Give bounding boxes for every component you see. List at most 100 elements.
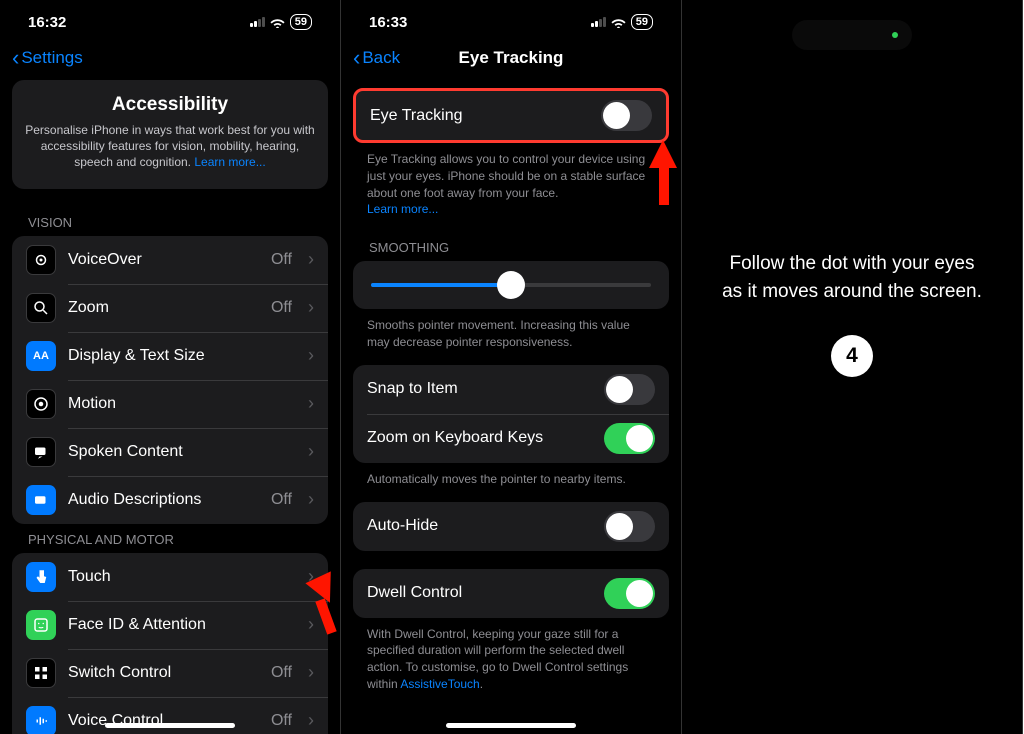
section-header-physical: PHYSICAL AND MOTOR: [0, 524, 340, 553]
zoom-keyboard-cell[interactable]: Zoom on Keyboard Keys: [353, 414, 669, 463]
snap-toggle[interactable]: [604, 374, 655, 405]
eye-tracking-description: Eye Tracking allows you to control your …: [341, 143, 681, 232]
cell-value: Off: [271, 664, 292, 682]
display-text-size-cell[interactable]: AA Display & Text Size ›: [12, 332, 328, 380]
motion-icon: [26, 389, 56, 419]
dwell-toggle[interactable]: [604, 578, 655, 609]
touch-icon: [26, 562, 56, 592]
chevron-right-icon: ›: [308, 345, 314, 366]
cell-label: Spoken Content: [68, 443, 296, 461]
home-indicator[interactable]: [105, 723, 235, 728]
auto-hide-group: Auto-Hide: [353, 502, 669, 551]
cell-label: Face ID & Attention: [68, 616, 296, 634]
status-icons: 59: [250, 14, 312, 30]
annotation-arrow-stem: [659, 165, 669, 205]
spoken-content-icon: [26, 437, 56, 467]
camera-indicator-icon: [892, 32, 898, 38]
annotation-arrow: [649, 140, 677, 168]
smoothing-group: [353, 261, 669, 309]
dwell-control-group: Dwell Control: [353, 569, 669, 618]
wifi-icon: [270, 17, 285, 28]
touch-cell[interactable]: Touch ›: [12, 553, 328, 601]
zoom-keys-toggle[interactable]: [604, 423, 655, 454]
back-button[interactable]: ‹ Back: [353, 47, 400, 69]
cell-label: VoiceOver: [68, 251, 259, 269]
cell-label: Auto-Hide: [367, 517, 592, 535]
audio-descriptions-cell[interactable]: Audio Descriptions Off ›: [12, 476, 328, 524]
status-time: 16:32: [28, 14, 66, 31]
countdown-value: 4: [846, 344, 858, 368]
text-size-icon: AA: [26, 341, 56, 371]
cell-label: Display & Text Size: [68, 347, 296, 365]
accessibility-intro-card: Accessibility Personalise iPhone in ways…: [12, 80, 328, 189]
snap-to-item-cell[interactable]: Snap to Item: [353, 365, 669, 414]
cell-label: Zoom on Keyboard Keys: [367, 429, 592, 447]
cell-value: Off: [271, 251, 292, 269]
cell-value: Off: [271, 299, 292, 317]
chevron-right-icon: ›: [308, 489, 314, 510]
chevron-right-icon: ›: [308, 710, 314, 731]
back-label: Settings: [21, 48, 82, 68]
countdown-badge: 4: [831, 335, 873, 377]
snap-zoom-group: Snap to Item Zoom on Keyboard Keys: [353, 365, 669, 463]
nav-bar: ‹ Back Eye Tracking: [341, 40, 681, 80]
zoom-icon: [26, 293, 56, 323]
dwell-control-cell[interactable]: Dwell Control: [353, 569, 669, 618]
cell-label: Snap to Item: [367, 380, 592, 398]
cellular-icon: [591, 17, 606, 27]
voiceover-icon: [26, 245, 56, 275]
section-header-vision: VISION: [0, 207, 340, 236]
learn-more-link[interactable]: Learn more...: [194, 155, 265, 169]
status-icons: 59: [591, 14, 653, 30]
smoothing-slider-cell: [353, 261, 669, 309]
eye-tracking-settings-screen: 16:33 59 ‹ Back Eye Tracking Eye Trackin…: [341, 0, 682, 734]
voice-control-icon: [26, 706, 56, 734]
chevron-right-icon: ›: [308, 614, 314, 635]
home-indicator[interactable]: [446, 723, 576, 728]
cell-label: Zoom: [68, 299, 259, 317]
eye-tracking-toggle-cell[interactable]: Eye Tracking: [356, 91, 666, 140]
status-time: 16:33: [369, 14, 407, 31]
spoken-content-cell[interactable]: Spoken Content ›: [12, 428, 328, 476]
cell-value: Off: [271, 712, 292, 730]
physical-motor-group: Touch › Face ID & Attention › Switch Con…: [12, 553, 328, 734]
auto-hide-cell[interactable]: Auto-Hide: [353, 502, 669, 551]
battery-icon: 59: [290, 14, 312, 30]
assistivetouch-link[interactable]: AssistiveTouch: [400, 677, 479, 691]
slider-knob[interactable]: [497, 271, 525, 299]
back-button[interactable]: ‹ Settings: [12, 47, 83, 69]
eye-tracking-calibration-screen: Follow the dot with your eyes as it move…: [682, 0, 1023, 734]
cell-label: Touch: [68, 568, 296, 586]
status-bar: 16:32 59: [0, 0, 340, 40]
vision-group: VoiceOver Off › Zoom Off › AA Display & …: [12, 236, 328, 524]
zoom-cell[interactable]: Zoom Off ›: [12, 284, 328, 332]
chevron-right-icon: ›: [308, 393, 314, 414]
cellular-icon: [250, 17, 265, 27]
cell-label: Motion: [68, 395, 296, 413]
voiceover-cell[interactable]: VoiceOver Off ›: [12, 236, 328, 284]
eye-tracking-toggle[interactable]: [601, 100, 652, 131]
audio-descriptions-icon: [26, 485, 56, 515]
switch-control-cell[interactable]: Switch Control Off ›: [12, 649, 328, 697]
chevron-right-icon: ›: [308, 662, 314, 683]
cell-label: Switch Control: [68, 664, 259, 682]
nav-bar: ‹ Settings: [0, 40, 340, 80]
chevron-right-icon: ›: [308, 297, 314, 318]
voice-control-cell[interactable]: Voice Control Off ›: [12, 697, 328, 734]
motion-cell[interactable]: Motion ›: [12, 380, 328, 428]
faceid-cell[interactable]: Face ID & Attention ›: [12, 601, 328, 649]
chevron-left-icon: ‹: [353, 47, 360, 69]
smoothing-slider[interactable]: [371, 283, 651, 287]
intro-description: Personalise iPhone in ways that work bes…: [22, 122, 318, 171]
dwell-description: With Dwell Control, keeping your gaze st…: [341, 618, 681, 707]
auto-move-description: Automatically moves the pointer to nearb…: [341, 463, 681, 502]
status-bar: 16:33 59: [341, 0, 681, 40]
nav-title: Eye Tracking: [459, 48, 564, 68]
auto-hide-toggle[interactable]: [604, 511, 655, 542]
wifi-icon: [611, 17, 626, 28]
learn-more-link[interactable]: Learn more...: [367, 202, 438, 216]
eye-tracking-toggle-group: Eye Tracking: [353, 88, 669, 143]
battery-icon: 59: [631, 14, 653, 30]
cell-label: Audio Descriptions: [68, 491, 259, 509]
cell-label: Dwell Control: [367, 584, 592, 602]
